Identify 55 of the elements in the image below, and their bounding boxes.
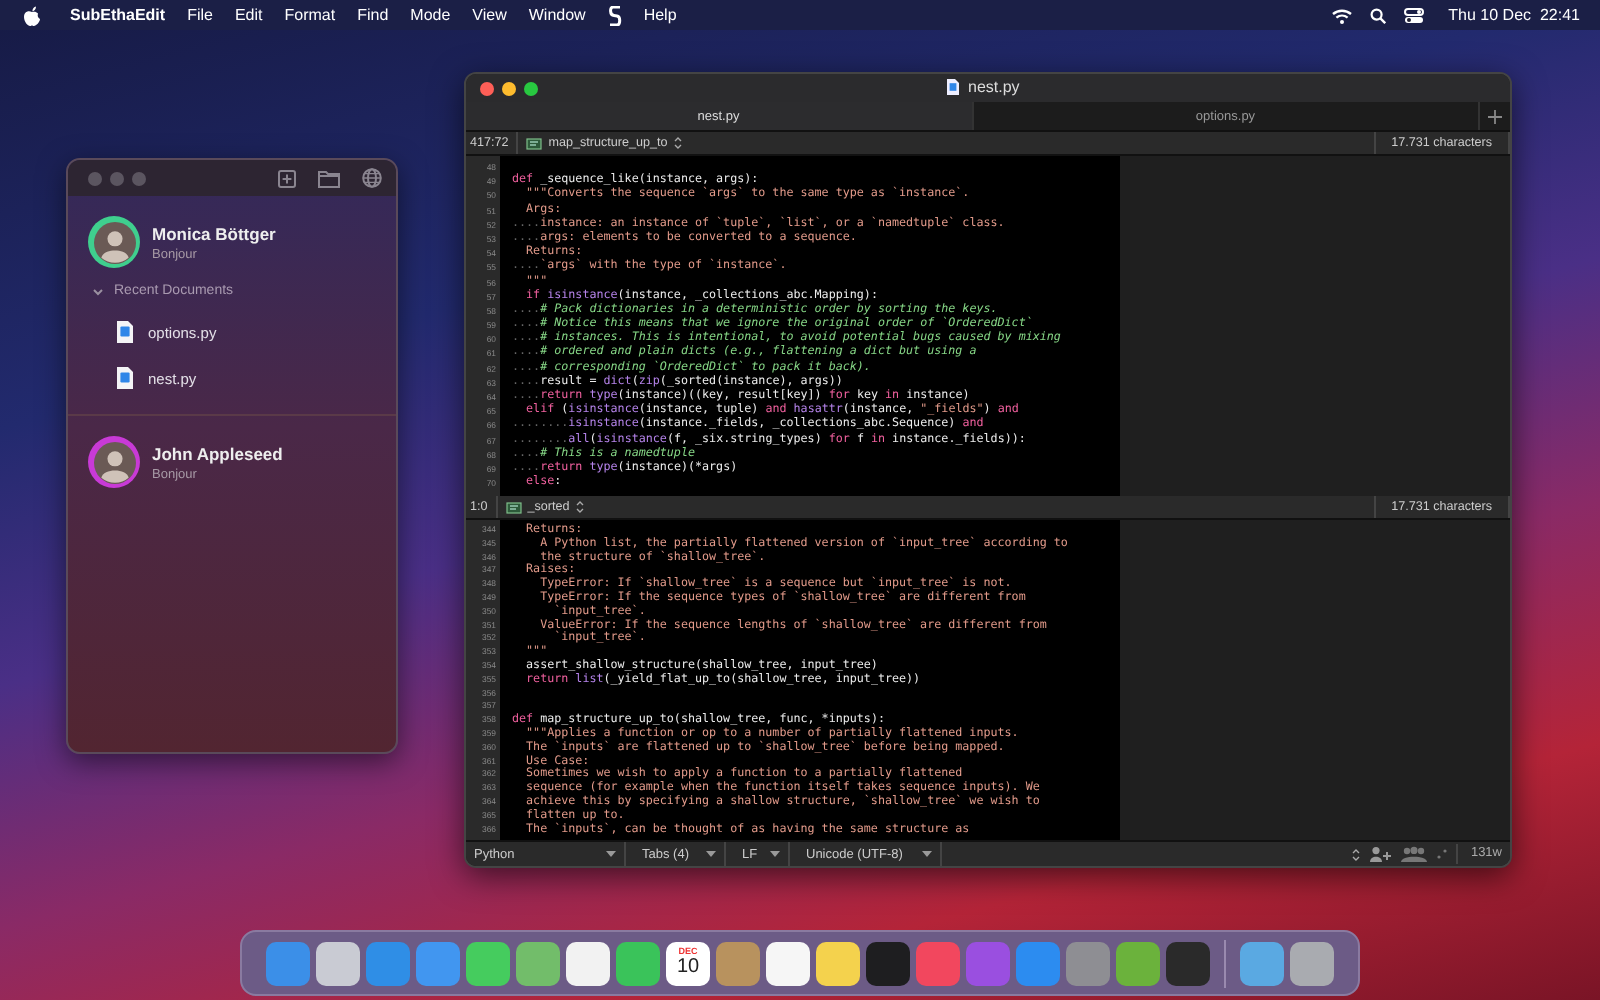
caret-icon: [606, 850, 616, 858]
stepper-icon: [575, 500, 584, 514]
function-icon: [526, 137, 543, 149]
user-name: John Appleseed: [152, 443, 283, 463]
app-icon[interactable]: [1290, 941, 1334, 985]
app-icon[interactable]: [1240, 941, 1284, 985]
app-icon[interactable]: [516, 941, 560, 985]
control-center-icon[interactable]: [1404, 7, 1425, 23]
app-icon[interactable]: [566, 941, 610, 985]
menu-item[interactable]: View: [472, 6, 507, 24]
calendar-day: 10: [676, 955, 700, 977]
menu-item[interactable]: Mode: [410, 6, 451, 24]
wifi-icon[interactable]: [1332, 7, 1353, 23]
people-icon[interactable]: [1400, 846, 1429, 862]
app-icon[interactable]: [316, 941, 360, 985]
dots-icon[interactable]: [1436, 848, 1449, 860]
caret-icon: [922, 850, 932, 858]
chevron-icon: [92, 285, 104, 297]
menu-item[interactable]: Help: [643, 6, 677, 24]
app-icon[interactable]: [816, 941, 860, 985]
app-icon[interactable]: [466, 941, 510, 985]
caret-icon: [706, 850, 716, 858]
menu-item[interactable]: Window: [528, 6, 586, 24]
app-menu[interactable]: SubEthaEdit: [70, 6, 166, 24]
stepper-icon[interactable]: [1352, 847, 1361, 861]
app-icon[interactable]: [1166, 941, 1210, 985]
search-icon[interactable]: [1370, 7, 1387, 23]
function-icon: [505, 501, 522, 513]
menu-item[interactable]: File: [187, 6, 213, 24]
window-title: nest.py: [968, 78, 1020, 96]
document-icon: [116, 366, 134, 390]
zoom-button[interactable]: [524, 81, 538, 95]
clock: Thu 10 Dec 22:41: [1448, 6, 1580, 24]
document-icon: [116, 320, 134, 344]
app-icon[interactable]: [766, 941, 810, 985]
add-person-icon[interactable]: [1368, 846, 1393, 862]
close-button[interactable]: [88, 171, 102, 185]
menu-item[interactable]: Format: [284, 6, 336, 24]
app-icon[interactable]: [616, 941, 660, 985]
menu-item[interactable]: Edit: [234, 6, 263, 24]
app-icon[interactable]: [866, 941, 910, 985]
menu-item[interactable]: Find: [357, 6, 389, 24]
close-button[interactable]: [480, 81, 494, 95]
stepper-icon: [673, 136, 682, 150]
folder-icon[interactable]: [318, 169, 340, 187]
caret-icon: [770, 850, 780, 858]
plus-icon: [1488, 109, 1502, 123]
document-icon: [946, 78, 960, 96]
minimize-button[interactable]: [502, 81, 516, 95]
new-document-icon[interactable]: [278, 169, 296, 187]
script-icon[interactable]: [607, 5, 622, 25]
user-name: Monica Böttger: [152, 223, 276, 243]
apple-logo-icon[interactable]: [24, 5, 40, 25]
globe-icon[interactable]: [362, 168, 382, 188]
app-icon[interactable]: [1116, 941, 1160, 985]
